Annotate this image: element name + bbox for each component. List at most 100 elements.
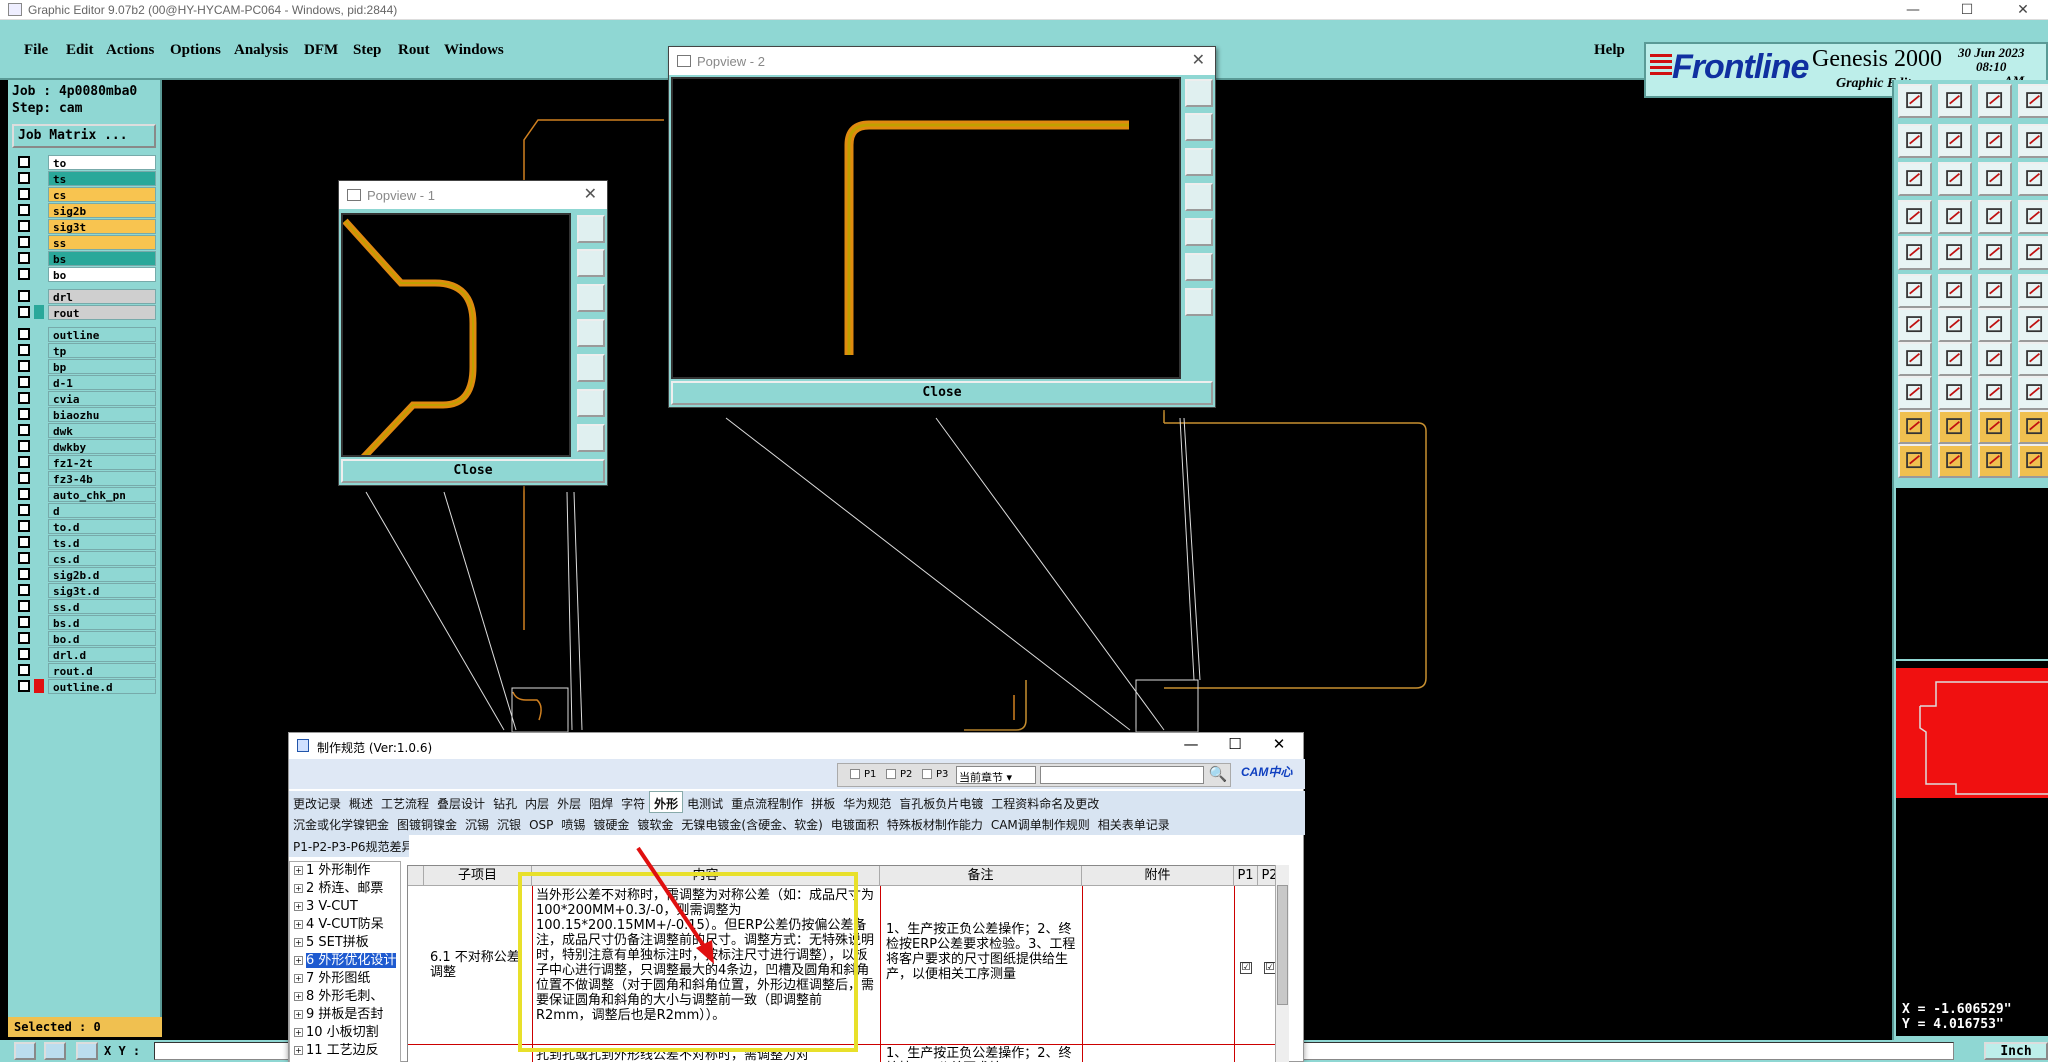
break-tool-icon[interactable] <box>2018 308 2048 342</box>
popview-2-zoom-icon[interactable] <box>1185 79 1213 107</box>
menu-step[interactable]: Step <box>353 42 381 59</box>
layer-row[interactable]: outline <box>12 326 156 342</box>
expand-icon[interactable]: + <box>294 1046 303 1055</box>
tab-tabs-row1-9[interactable]: 外形 <box>649 791 684 813</box>
layer-checkbox[interactable] <box>18 424 30 436</box>
popview-2-up-icon[interactable] <box>1185 113 1213 141</box>
layer-row[interactable]: tp <box>12 342 156 358</box>
layer-name[interactable]: cvia <box>48 390 156 406</box>
layer-row[interactable]: biaozhu <box>12 406 156 422</box>
tab-tabs-row2-12[interactable]: 相关表单记录 <box>1094 813 1174 833</box>
layer-checkbox[interactable] <box>18 680 30 692</box>
tab-tabs-row2-5[interactable]: 喷锡 <box>557 813 589 833</box>
menu-dfm[interactable]: DFM <box>304 42 338 59</box>
popview-2-canvas[interactable] <box>671 77 1181 379</box>
grid-scrollbar[interactable] <box>1275 865 1289 1062</box>
layer-row[interactable]: cs.d <box>12 550 156 566</box>
popview-1-up-icon[interactable] <box>577 249 605 277</box>
layer-name[interactable]: sig3t.d <box>48 582 156 598</box>
layer-swatch[interactable] <box>34 343 44 357</box>
layer-swatch[interactable] <box>34 407 44 421</box>
expand-icon[interactable]: + <box>294 866 303 875</box>
layer-swatch[interactable] <box>34 455 44 469</box>
tab-tabs-row1-4[interactable]: 钻孔 <box>489 792 521 812</box>
menu-windows[interactable]: Windows <box>444 42 504 59</box>
layer-checkbox[interactable] <box>18 440 30 452</box>
layer-checkbox[interactable] <box>18 392 30 404</box>
layer-checkbox[interactable] <box>18 344 30 356</box>
row1-p1-checkbox[interactable]: ☑ <box>1240 962 1252 974</box>
layer-row[interactable]: ss.d <box>12 598 156 614</box>
p2-checkbox[interactable] <box>886 769 896 779</box>
layer-name[interactable]: drl <box>48 288 156 304</box>
tree-item[interactable]: +10 小板切割 <box>290 1024 400 1042</box>
menu-actions[interactable]: Actions <box>106 42 154 59</box>
expand-icon[interactable]: + <box>294 956 303 965</box>
stretch-tool-icon[interactable] <box>1978 274 2012 308</box>
menu-analysis[interactable]: Analysis <box>234 42 288 59</box>
step-down-tool-icon[interactable] <box>1938 84 1972 118</box>
menu-file[interactable]: File <box>24 42 48 59</box>
popview-1-canvas[interactable] <box>341 213 571 480</box>
minimize-button[interactable]: — <box>1890 0 1936 20</box>
popview-2-down-icon[interactable] <box>1185 148 1213 176</box>
layer-row[interactable]: d <box>12 502 156 518</box>
tab-tabs-row1-13[interactable]: 华为规范 <box>839 792 895 812</box>
step-up-tool-icon[interactable] <box>1978 376 2012 410</box>
expand-icon[interactable]: + <box>294 1028 303 1037</box>
layer-name[interactable]: bp <box>48 358 156 374</box>
search-icon[interactable]: 🔍 <box>1208 765 1228 785</box>
expand-icon[interactable]: + <box>294 974 303 983</box>
layer-name[interactable]: ts <box>48 170 156 186</box>
layer-checkbox[interactable] <box>18 204 30 216</box>
layer-row[interactable]: ts.d <box>12 534 156 550</box>
layer-swatch[interactable] <box>34 305 44 319</box>
layer-checkbox[interactable] <box>18 536 30 548</box>
job-matrix-button[interactable]: Job Matrix ... <box>12 124 156 148</box>
layer-name[interactable]: bo <box>48 266 156 282</box>
layer-swatch[interactable] <box>34 155 44 169</box>
undo-tool-icon[interactable] <box>2018 124 2048 158</box>
tab-tabs-row1-11[interactable]: 重点流程制作 <box>727 792 807 812</box>
layer-swatch[interactable] <box>34 551 44 565</box>
layer-name[interactable]: ts.d <box>48 534 156 550</box>
tab-tabs-row3-0[interactable]: P1-P2-P3-P6规范差异 <box>289 835 409 855</box>
maximize-button[interactable]: ☐ <box>1944 0 1990 20</box>
layer-row[interactable]: dwk <box>12 422 156 438</box>
layer-swatch[interactable] <box>34 235 44 249</box>
snap-tool-icon[interactable] <box>1978 124 2012 158</box>
tree-item[interactable]: +11 工艺边反 <box>290 1042 400 1060</box>
layer-checkbox[interactable] <box>18 664 30 676</box>
tab-tabs-row2-7[interactable]: 镀软金 <box>633 813 677 833</box>
merge-tool-icon[interactable] <box>1898 342 1932 376</box>
layer-row[interactable]: sig2b <box>12 202 156 218</box>
layer-checkbox[interactable] <box>18 584 30 596</box>
layer-name[interactable]: bo.d <box>48 630 156 646</box>
close-button[interactable]: ✕ <box>2000 0 2046 20</box>
layer-swatch[interactable] <box>34 187 44 201</box>
layer-name[interactable]: ss.d <box>48 598 156 614</box>
tab-tabs-row2-0[interactable]: 沉金或化学镍钯金 <box>289 813 393 833</box>
line-tool-icon[interactable] <box>1898 200 1932 234</box>
scope-select[interactable]: 当前章节 ▾ <box>956 766 1036 784</box>
layer-row[interactable]: to.d <box>12 518 156 534</box>
tab-tabs-row2-6[interactable]: 镀硬金 <box>589 813 633 833</box>
layer-swatch[interactable] <box>34 391 44 405</box>
layer-row[interactable]: dwkby <box>12 438 156 454</box>
select-net-tool-icon[interactable] <box>2018 342 2048 376</box>
snap-tool-icon[interactable] <box>1898 444 1932 478</box>
layer-swatch[interactable] <box>34 663 44 677</box>
tab-tabs-row2-1[interactable]: 图镀铜镍金 <box>393 813 461 833</box>
rect-tool-icon[interactable] <box>2018 200 2048 234</box>
tree-item[interactable]: +6 外形优化设计 <box>290 952 400 970</box>
popview-2-left-icon[interactable] <box>1185 183 1213 211</box>
layer-checkbox[interactable] <box>18 472 30 484</box>
grid-scroll-thumb[interactable] <box>1277 885 1288 1005</box>
layer-checkbox[interactable] <box>18 252 30 264</box>
layer-swatch[interactable] <box>34 219 44 233</box>
pointer-tool-icon[interactable] <box>1978 342 2012 376</box>
tab-tabs-row2-2[interactable]: 沉锡 <box>461 813 493 833</box>
layer-row[interactable]: ts <box>12 170 156 186</box>
arc-tool-icon[interactable] <box>1938 200 1972 234</box>
layer-row[interactable]: bo.d <box>12 630 156 646</box>
